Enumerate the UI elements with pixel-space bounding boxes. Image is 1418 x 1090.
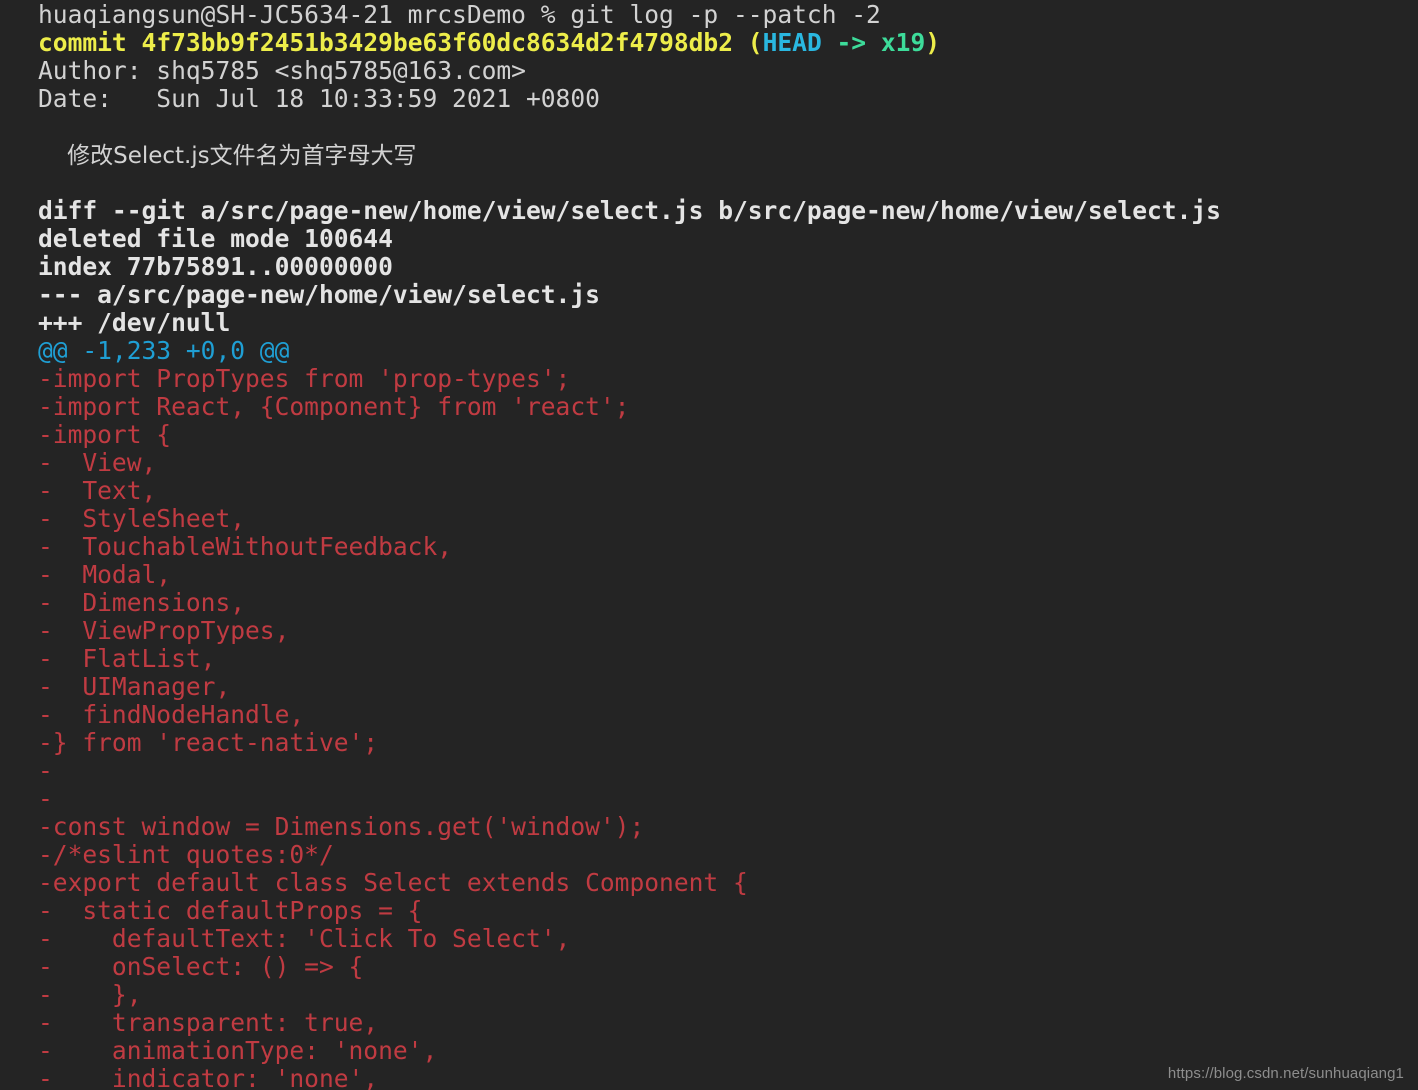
diff-removed-text: - View, (38, 448, 157, 477)
diff-removed-text: -import React, {Component} from 'react'; (38, 392, 630, 421)
diff-removed-text: - TouchableWithoutFeedback, (38, 532, 453, 561)
removed-line-9: - ViewPropTypes, (38, 617, 1418, 645)
removed-line-4: - Text, (38, 477, 1418, 505)
diff-removed-text: - onSelect: () => { (38, 952, 364, 981)
removed-line-5: - StyleSheet, (38, 505, 1418, 533)
diff-removed-text: - ViewPropTypes, (38, 616, 290, 645)
removed-line-0: -import PropTypes from 'prop-types'; (38, 365, 1418, 393)
prompt-text: huaqiangsun@SH-JC5634-21 mrcsDemo % git … (38, 0, 881, 29)
diff-removed-text: - FlatList, (38, 644, 216, 673)
removed-line-20: - defaultText: 'Click To Select', (38, 925, 1418, 953)
removed-line-10: - FlatList, (38, 645, 1418, 673)
diff-meta-line-0: diff --git a/src/page-new/home/view/sele… (38, 197, 1418, 225)
author-line: Author: shq5785 <shq5785@163.com> (38, 57, 1418, 85)
diff-removed-text: - (38, 756, 53, 785)
commit-message: 修改Select.js文件名为首字母大写 (38, 143, 417, 169)
blank-line-2 (38, 169, 1418, 197)
hunk-header-line: @@ -1,233 +0,0 @@ (38, 337, 1418, 365)
diff-meta-line-3: --- a/src/page-new/home/view/select.js (38, 281, 1418, 309)
removed-line-1: -import React, {Component} from 'react'; (38, 393, 1418, 421)
commit-head-label: HEAD (762, 28, 822, 57)
author-label: Author: (38, 56, 142, 85)
diff-removed-text: -const window = Dimensions.get('window')… (38, 812, 645, 841)
diff-removed-text: - Dimensions, (38, 588, 246, 617)
commit-line: commit 4f73bb9f2451b3429be63f60dc8634d2f… (38, 29, 1418, 57)
index-line: index 77b75891..00000000 (38, 252, 393, 281)
commit-keyword: commit (38, 28, 127, 57)
removed-line-19: - static defaultProps = { (38, 897, 1418, 925)
removed-line-14: - (38, 757, 1418, 785)
removed-line-21: - onSelect: () => { (38, 953, 1418, 981)
removed-line-12: - findNodeHandle, (38, 701, 1418, 729)
diff-removed-text: - (38, 784, 53, 813)
diff-removed-text: - }, (38, 980, 142, 1009)
blank-line-1 (38, 113, 1418, 141)
date-label: Date: (38, 84, 112, 113)
removed-line-18: -export default class Select extends Com… (38, 869, 1418, 897)
commit-hash-spacer (127, 28, 142, 57)
removed-line-16: -const window = Dimensions.get('window')… (38, 813, 1418, 841)
removed-line-15: - (38, 785, 1418, 813)
removed-line-2: -import { (38, 421, 1418, 449)
removed-line-23: - transparent: true, (38, 1009, 1418, 1037)
new-file-line: +++ /dev/null (38, 308, 231, 337)
diff-removed-text: - UIManager, (38, 672, 231, 701)
diff-removed-text: -import { (38, 420, 172, 449)
diff-removed-text: - findNodeHandle, (38, 700, 305, 729)
author-value: shq5785 <shq5785@163.com> (141, 56, 526, 85)
diff-removed-text: - Modal, (38, 560, 172, 589)
old-file-line: --- a/src/page-new/home/view/select.js (38, 280, 600, 309)
commit-ref-close: ) (925, 28, 941, 57)
commit-message-line: 修改Select.js文件名为首字母大写 (38, 141, 1418, 169)
diff-removed-text: - transparent: true, (38, 1008, 379, 1037)
commit-hash: 4f73bb9f2451b3429be63f60dc8634d2f4798db2 (141, 28, 733, 57)
diff-meta-line-4: +++ /dev/null (38, 309, 1418, 337)
diff-removed-text: - indicator: 'none', (38, 1064, 379, 1090)
date-value: Sun Jul 18 10:33:59 2021 +0800 (111, 84, 600, 113)
deleted-file-mode-line: deleted file mode 100644 (38, 224, 393, 253)
removed-line-17: -/*eslint quotes:0*/ (38, 841, 1418, 869)
removed-line-22: - }, (38, 981, 1418, 1009)
terminal-window[interactable]: huaqiangsun@SH-JC5634-21 mrcsDemo % git … (0, 0, 1418, 1090)
removed-line-24: - animationType: 'none', (38, 1037, 1418, 1065)
diff-removed-text: - static defaultProps = { (38, 896, 423, 925)
removed-line-7: - Modal, (38, 561, 1418, 589)
date-line: Date: Sun Jul 18 10:33:59 2021 +0800 (38, 85, 1418, 113)
diff-removed-text: - defaultText: 'Click To Select', (38, 924, 571, 953)
diff-removed-text: - StyleSheet, (38, 504, 246, 533)
diff-meta-line-1: deleted file mode 100644 (38, 225, 1418, 253)
removed-line-13: -} from 'react-native'; (38, 729, 1418, 757)
hunk-header: @@ -1,233 +0,0 @@ (38, 336, 290, 365)
diff-git-line: diff --git a/src/page-new/home/view/sele… (38, 196, 1221, 225)
diff-removed-text: -import PropTypes from 'prop-types'; (38, 364, 571, 393)
diff-removed-text: -/*eslint quotes:0*/ (38, 840, 334, 869)
removed-line-3: - View, (38, 449, 1418, 477)
commit-ref-open: ( (733, 28, 763, 57)
removed-line-6: - TouchableWithoutFeedback, (38, 533, 1418, 561)
blank-2 (38, 168, 53, 197)
watermark-url: https://blog.csdn.net/sunhuaqiang1 (1167, 1065, 1404, 1082)
blank-1 (38, 112, 53, 141)
removed-line-11: - UIManager, (38, 673, 1418, 701)
terminal-output: huaqiangsun@SH-JC5634-21 mrcsDemo % git … (38, 1, 1418, 1090)
commit-branch: -> x19 (821, 28, 926, 57)
diff-removed-text: -export default class Select extends Com… (38, 868, 748, 897)
diff-meta-line-2: index 77b75891..00000000 (38, 253, 1418, 281)
removed-line-8: - Dimensions, (38, 589, 1418, 617)
prompt-line: huaqiangsun@SH-JC5634-21 mrcsDemo % git … (38, 1, 1418, 29)
diff-removed-text: - animationType: 'none', (38, 1036, 438, 1065)
diff-removed-text: - Text, (38, 476, 157, 505)
diff-removed-text: -} from 'react-native'; (38, 728, 379, 757)
